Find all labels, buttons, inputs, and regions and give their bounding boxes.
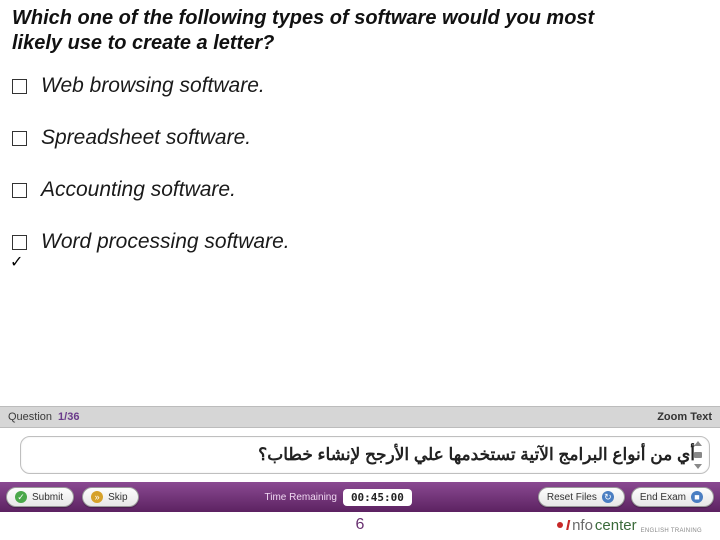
checkbox-icon[interactable] bbox=[12, 235, 27, 250]
status-left: Question 1/36 bbox=[8, 411, 79, 423]
stop-circle-icon: ■ bbox=[691, 491, 703, 503]
checkbox-icon[interactable] bbox=[12, 79, 27, 94]
check-icon: ✓ bbox=[10, 252, 23, 272]
time-remaining-value: 00:45:00 bbox=[343, 489, 412, 506]
checkbox-icon[interactable] bbox=[12, 183, 27, 198]
refresh-circle-icon: ↻ bbox=[602, 491, 614, 503]
chevron-up-icon bbox=[694, 441, 702, 446]
checkbox-icon[interactable] bbox=[12, 131, 27, 146]
time-block: Time Remaining 00:45:00 bbox=[265, 489, 412, 506]
zoom-text-label[interactable]: Zoom Text bbox=[657, 411, 712, 423]
submit-button[interactable]: ✓ Submit bbox=[6, 487, 74, 507]
status-right: Zoom Text bbox=[657, 411, 712, 423]
translation-text: أي من أنواع البرامج الآتية تستخدمها علي … bbox=[258, 445, 695, 464]
logo-text-1: nfo bbox=[572, 517, 593, 534]
option-label: Web browsing software. bbox=[41, 74, 265, 98]
slide-number: 6 bbox=[356, 516, 365, 534]
option-row[interactable]: Web browsing software. bbox=[12, 74, 708, 98]
question-area: Which one of the following types of soft… bbox=[0, 0, 720, 56]
logo-dot-icon bbox=[557, 522, 563, 528]
scroll-indicator[interactable] bbox=[691, 441, 705, 469]
question-text: Which one of the following types of soft… bbox=[12, 6, 602, 56]
footer: 6 I nfo center ENGLISH TRAINING bbox=[0, 512, 720, 540]
option-row[interactable]: Spreadsheet software. bbox=[12, 126, 708, 150]
option-label: Word processing software. bbox=[41, 230, 290, 254]
skip-label: Skip bbox=[108, 492, 127, 503]
bottom-toolbar: ✓ Submit » Skip Time Remaining 00:45:00 … bbox=[0, 482, 720, 512]
end-label: End Exam bbox=[640, 492, 686, 503]
submit-label: Submit bbox=[32, 492, 63, 503]
status-strip: Question 1/36 Zoom Text bbox=[0, 406, 720, 428]
check-circle-icon: ✓ bbox=[15, 491, 27, 503]
skip-button[interactable]: » Skip bbox=[82, 487, 138, 507]
reset-label: Reset Files bbox=[547, 492, 597, 503]
scroll-thumb-icon bbox=[694, 452, 702, 458]
question-label: Question bbox=[8, 411, 52, 423]
spacer bbox=[0, 282, 720, 406]
option-row[interactable]: Word processing software. ✓ bbox=[12, 230, 708, 254]
logo: I nfo center ENGLISH TRAINING bbox=[557, 517, 702, 534]
logo-letter-i: I bbox=[566, 517, 570, 534]
option-label: Spreadsheet software. bbox=[41, 126, 251, 150]
forward-circle-icon: » bbox=[91, 491, 103, 503]
logo-text-2: center bbox=[595, 517, 637, 534]
reset-files-button[interactable]: Reset Files ↻ bbox=[538, 487, 625, 507]
question-counter: 1/36 bbox=[58, 411, 79, 423]
option-row[interactable]: Accounting software. bbox=[12, 178, 708, 202]
time-remaining-label: Time Remaining bbox=[265, 492, 337, 503]
option-label: Accounting software. bbox=[41, 178, 236, 202]
translation-area: أي من أنواع البرامج الآتية تستخدمها علي … bbox=[0, 428, 720, 482]
exam-slide: Which one of the following types of soft… bbox=[0, 0, 720, 540]
chevron-down-icon bbox=[694, 464, 702, 469]
right-button-group: Reset Files ↻ End Exam ■ bbox=[538, 487, 714, 507]
end-exam-button[interactable]: End Exam ■ bbox=[631, 487, 714, 507]
translation-box: أي من أنواع البرامج الآتية تستخدمها علي … bbox=[20, 436, 710, 474]
logo-subtext: ENGLISH TRAINING bbox=[641, 528, 702, 534]
options-list: Web browsing software. Spreadsheet softw… bbox=[0, 56, 720, 282]
